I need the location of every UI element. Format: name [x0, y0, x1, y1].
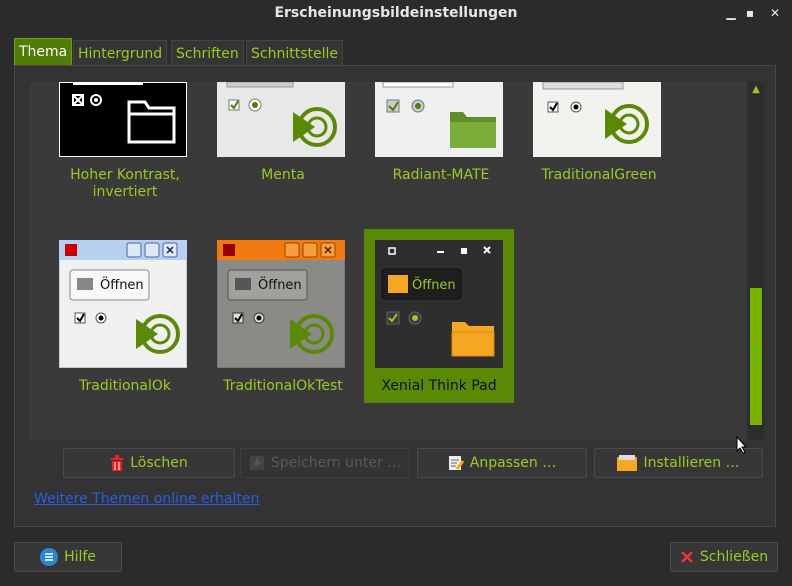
scroll-grip-icon	[753, 350, 759, 360]
download-icon	[249, 456, 264, 470]
theme-thumb-traditionalok[interactable]: Öffnen	[59, 240, 187, 368]
close-button[interactable]: Schließen	[670, 542, 778, 572]
theme-label-menta: Menta	[261, 167, 305, 183]
install-button-label: Installieren …	[643, 455, 740, 471]
more-themes-link[interactable]: Weitere Themen online erhalten	[34, 491, 259, 507]
tab-thema[interactable]: Thema	[14, 38, 73, 66]
delete-button[interactable]: Löschen	[63, 448, 235, 478]
tab-hintergrund[interactable]: Hintergrund	[73, 40, 168, 66]
close-window-icon[interactable]: ✕	[768, 6, 782, 20]
save-as-button-label: Speichern unter …	[270, 455, 402, 471]
edit-icon	[448, 456, 464, 470]
theme-thumb-radiant-mate[interactable]	[375, 82, 503, 157]
theme-label-radiant-mate: Radiant-MATE	[392, 167, 490, 183]
mouse-cursor-icon	[736, 436, 748, 454]
theme-thumb-traditionaloktest[interactable]: Öffnen	[217, 240, 345, 368]
minimize-icon[interactable]: ▁	[724, 6, 738, 20]
theme-label-hoher-kontrast-line2: invertiert	[92, 184, 158, 200]
customize-button-label: Anpassen …	[469, 455, 557, 471]
close-button-label: Schließen	[699, 549, 769, 565]
theme-label-hoher-kontrast-line1: Hoher Kontrast,	[70, 167, 180, 183]
theme-label-traditionalgreen: TraditionalGreen	[541, 167, 657, 183]
preview-open-text-1: Öffnen	[100, 276, 144, 293]
theme-thumb-xenial-think-pad[interactable]: Öffnen	[375, 240, 503, 368]
theme-label-traditionaloktest: TraditionalOkTest	[223, 378, 343, 394]
package-icon	[617, 455, 638, 471]
scroll-up-icon[interactable]: ▲	[749, 84, 763, 96]
theme-thumb-menta[interactable]	[217, 82, 345, 157]
tab-schnittstelle[interactable]: Schnittstelle	[246, 40, 343, 66]
maximize-icon[interactable]: ▪	[743, 6, 757, 20]
theme-label-xenial-think-pad: Xenial Think Pad	[381, 378, 497, 394]
theme-thumb-traditionalgreen[interactable]	[533, 82, 661, 157]
preview-open-text-2: Öffnen	[258, 276, 302, 293]
trash-icon	[111, 455, 124, 471]
theme-thumb-hoher-kontrast[interactable]	[59, 82, 187, 157]
theme-label-traditionalok: TraditionalOk	[78, 378, 172, 394]
tab-schriften[interactable]: Schriften	[171, 40, 244, 66]
close-icon	[681, 551, 693, 563]
preview-open-text-3: Öffnen	[412, 276, 456, 293]
help-button[interactable]: Hilfe	[14, 542, 122, 572]
delete-button-label: Löschen	[130, 455, 188, 471]
help-button-label: Hilfe	[64, 549, 96, 565]
help-icon	[40, 548, 59, 566]
customize-button[interactable]: Anpassen …	[417, 448, 587, 478]
save-as-button[interactable]: Speichern unter …	[240, 448, 410, 478]
window-title: Erscheinungsbildeinstellungen	[274, 5, 518, 21]
